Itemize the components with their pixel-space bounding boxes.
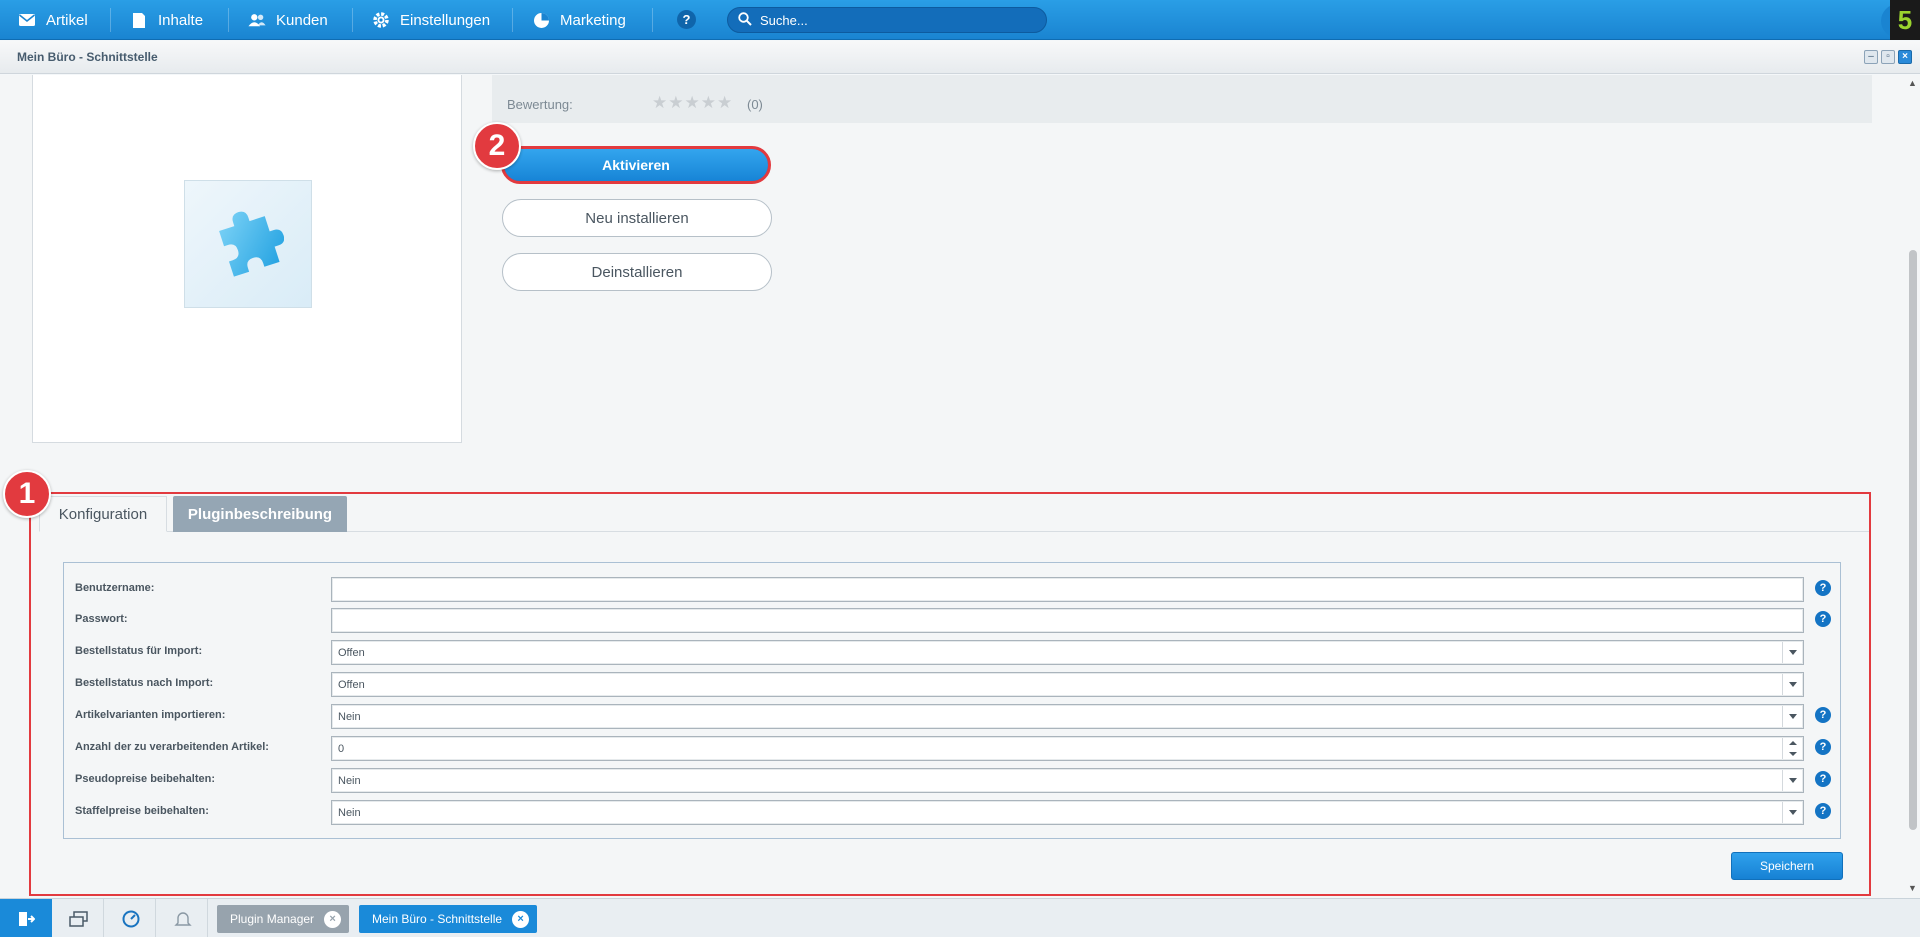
mail-icon — [18, 11, 36, 29]
search-box[interactable] — [727, 7, 1047, 33]
logout-icon[interactable] — [0, 899, 52, 937]
menu-kunden[interactable]: Kunden — [248, 0, 328, 40]
scroll-thumb[interactable] — [1909, 250, 1917, 830]
menu-einstellungen-label: Einstellungen — [400, 11, 491, 29]
taskbar-tab-label: Mein Büro - Schnittstelle — [372, 912, 503, 926]
highlight-frame — [29, 492, 1871, 896]
menu-marketing[interactable]: Marketing — [532, 0, 626, 40]
taskbar: Plugin Manager × Mein Büro - Schnittstel… — [0, 898, 1920, 937]
close-icon[interactable]: × — [324, 910, 342, 928]
close-icon[interactable]: × — [512, 910, 530, 928]
taskbar-tab-mein-buero[interactable]: Mein Büro - Schnittstelle × — [359, 905, 538, 933]
help-icon[interactable]: ? — [677, 10, 696, 29]
rating-stars: ★★★★★ — [652, 93, 734, 112]
minimize-icon[interactable]: – — [1864, 50, 1878, 64]
dashboard-icon[interactable] — [106, 899, 156, 937]
document-icon — [130, 11, 148, 29]
gear-icon — [372, 11, 390, 29]
windows-icon[interactable] — [54, 899, 104, 937]
close-icon[interactable]: × — [1898, 50, 1912, 64]
menu-inhalte-label: Inhalte — [158, 11, 204, 29]
menu-artikel[interactable]: Artikel — [18, 0, 88, 40]
bell-icon[interactable] — [158, 899, 208, 937]
uninstall-button[interactable]: Deinstallieren — [502, 253, 772, 291]
step-marker-1: 1 — [3, 470, 51, 518]
menu-marketing-label: Marketing — [560, 11, 626, 29]
rating-row: Bewertung: ★★★★★ (0) — [492, 75, 1872, 123]
puzzle-icon — [219, 211, 284, 277]
search-icon — [738, 11, 752, 29]
rating-label: Bewertung: — [507, 97, 573, 112]
menu-divider — [512, 8, 513, 32]
scroll-up-icon[interactable]: ▲ — [1908, 78, 1917, 88]
pie-chart-icon — [532, 11, 550, 29]
users-icon — [248, 11, 266, 29]
scroll-down-icon[interactable]: ▼ — [1908, 883, 1917, 893]
menu-artikel-label: Artikel — [46, 11, 88, 29]
plugin-image-panel — [32, 75, 462, 443]
menu-einstellungen[interactable]: Einstellungen — [372, 0, 490, 40]
vertical-scrollbar[interactable]: ▲ ▼ — [1906, 75, 1920, 898]
search-input[interactable] — [760, 12, 1030, 28]
plugin-image — [184, 180, 312, 308]
window-title: Mein Büro - Schnittstelle — [17, 50, 158, 64]
rating-count: (0) — [747, 97, 763, 112]
maximize-icon[interactable]: ▫ — [1881, 50, 1895, 64]
version-logo-icon: 5 — [1890, 0, 1920, 40]
reinstall-button[interactable]: Neu installieren — [502, 199, 772, 237]
activate-button[interactable]: Aktivieren — [501, 146, 771, 184]
taskbar-tab-label: Plugin Manager — [230, 912, 315, 926]
menu-divider — [110, 8, 111, 32]
menu-inhalte[interactable]: Inhalte — [130, 0, 203, 40]
menu-kunden-label: Kunden — [276, 11, 328, 29]
menu-divider — [352, 8, 353, 32]
menu-divider — [652, 8, 653, 32]
window-controls: – ▫ × — [1864, 50, 1912, 64]
step-marker-2: 2 — [473, 122, 521, 170]
menu-divider — [228, 8, 229, 32]
taskbar-tab-plugin-manager[interactable]: Plugin Manager × — [217, 905, 350, 933]
window-titlebar: Mein Büro - Schnittstelle – ▫ × — [0, 41, 1920, 74]
top-menu-bar: Artikel Inhalte Kunden Einstellungen Mar… — [0, 0, 1920, 40]
